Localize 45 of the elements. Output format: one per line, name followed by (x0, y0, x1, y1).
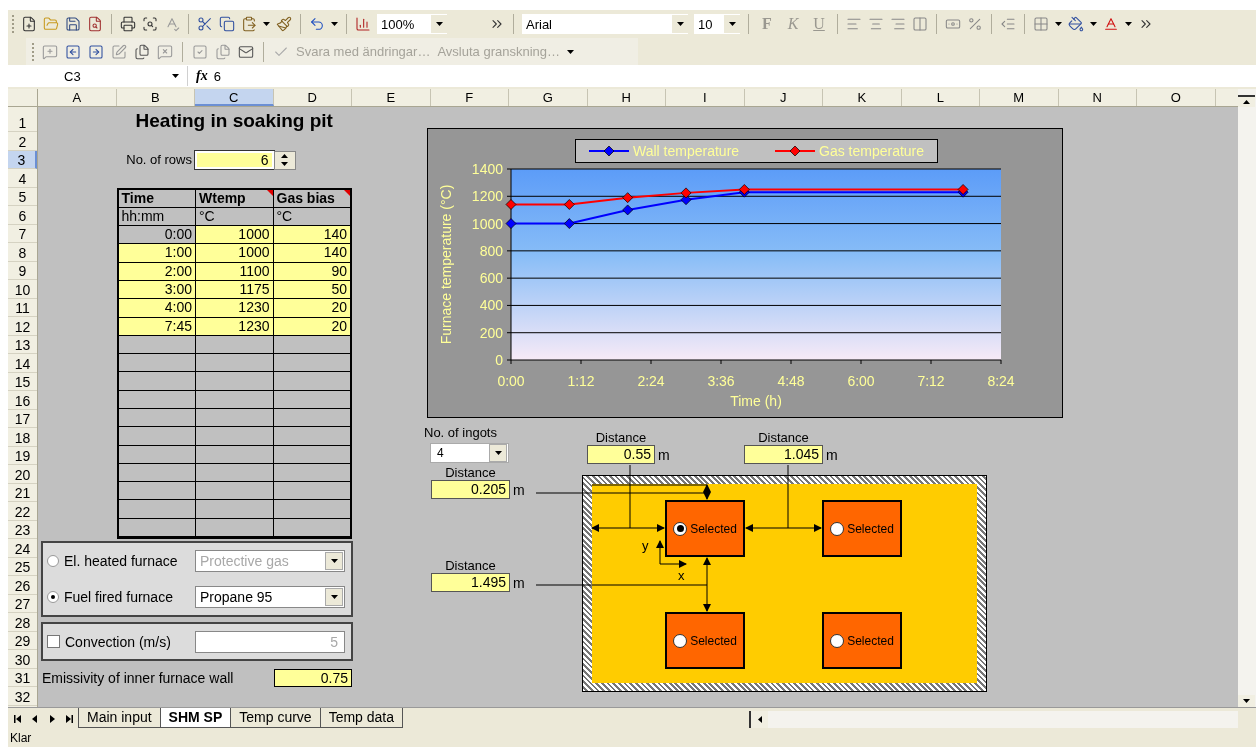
status-text: Klar (9, 730, 33, 747)
legend-label: Gas temperature (819, 143, 925, 159)
unit-label: m (513, 481, 525, 498)
column-heading: Wtemp (196, 189, 274, 208)
tick-label: 800 (479, 242, 503, 259)
field-label: No. of rows (126, 152, 192, 168)
axis-title: Furnace temperature (°C) (438, 184, 454, 345)
option-label: Fuel fired furnace (64, 589, 173, 605)
field-label: Distance (444, 558, 497, 573)
tick-label: 1000 (471, 215, 503, 232)
legend-label: Wall temperature (633, 143, 740, 159)
unit-label: m (658, 446, 670, 463)
option-label: Convection (m/s) (65, 633, 171, 650)
tick-label: 7:12 (917, 373, 945, 389)
tick-label: 6:00 (847, 373, 875, 389)
tick-label: 8:24 (987, 373, 1015, 389)
tick-label: 4:48 (777, 373, 805, 389)
axis-label: y (642, 539, 649, 552)
field-label: Emissivity of inner furnace wall (41, 669, 235, 686)
sheet-title: Heating in soaking pit (135, 110, 333, 132)
ingot-label: Selected (847, 521, 894, 536)
tick-label: 3:36 (707, 373, 735, 389)
field-label: Distance (757, 430, 810, 445)
field-label: No. of ingots (424, 425, 497, 440)
field-label: Distance (594, 430, 648, 445)
option-label: El. heated furnace (64, 553, 178, 569)
unit-label: m (513, 574, 525, 591)
tick-label: 600 (479, 270, 503, 287)
tick-label: 2:24 (637, 373, 665, 389)
tick-label: 400 (479, 297, 503, 314)
tick-label: 200 (479, 324, 503, 341)
ingot-label: Selected (847, 633, 894, 648)
column-heading: Gas bias (273, 189, 351, 208)
tick-label: 0:00 (497, 373, 525, 389)
tick-label: 1:12 (567, 373, 595, 389)
ingot-label: Selected (690, 633, 737, 648)
axis-title: Time (h) (730, 393, 782, 409)
field-label: Distance (444, 465, 497, 480)
tick-label: 1200 (471, 188, 503, 205)
unit-label: m (826, 446, 838, 463)
tick-label: 0 (495, 352, 503, 368)
ingot-label: Selected (690, 521, 737, 536)
column-heading: Time (118, 189, 196, 208)
axis-label: x (678, 569, 685, 582)
tick-label: 1400 (471, 161, 503, 177)
